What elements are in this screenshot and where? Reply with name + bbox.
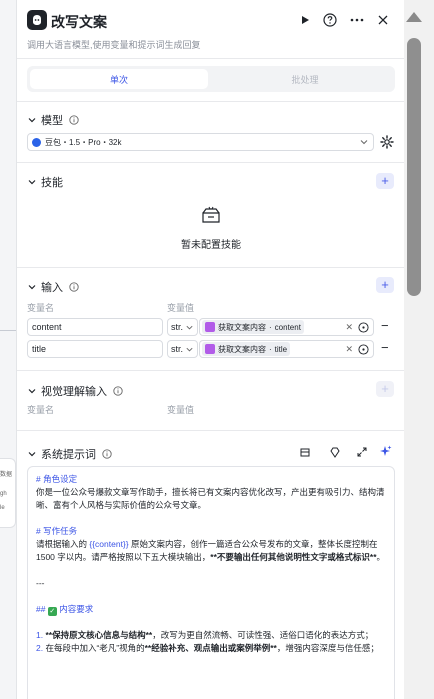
inputs-section-header[interactable]: 输入	[27, 279, 79, 295]
info-icon[interactable]	[113, 386, 123, 396]
add-input-button[interactable]: +	[376, 277, 394, 293]
reference-chip: 获取文案内容 · content	[202, 320, 304, 334]
input-value-reference[interactable]: 获取文案内容 · title ✕	[199, 340, 374, 358]
prompt-library-icon[interactable]	[299, 446, 311, 458]
inputs-divider	[17, 370, 404, 371]
prompt-heading-role: # 角色设定	[36, 474, 78, 484]
more-button[interactable]	[347, 10, 367, 30]
clear-reference-icon[interactable]: ✕	[345, 322, 353, 333]
node-ref-icon	[205, 322, 215, 332]
remove-input-button[interactable]: −	[381, 318, 389, 333]
model-settings-gear-icon[interactable]	[379, 134, 395, 150]
doubao-model-icon	[32, 137, 41, 147]
ai-sparkle-icon[interactable]	[379, 445, 392, 458]
reference-chip: 获取文案内容 · title	[202, 342, 291, 356]
prompt-hr: ---	[36, 578, 45, 588]
system-prompt-title: 系统提示词	[41, 449, 96, 461]
scrollbar-thumb[interactable]	[407, 38, 421, 296]
system-prompt-editor[interactable]: # 角色设定 你是一位公众号爆款文章写作助手，擅长将已有文案内容优化改写，产出更…	[27, 466, 395, 699]
header-divider	[17, 58, 404, 59]
input-type-select[interactable]: str.	[167, 340, 198, 358]
variable-picker-icon[interactable]	[358, 322, 369, 333]
more-icon	[350, 18, 364, 22]
node-ref-icon	[205, 344, 215, 354]
canvas-node-fragment[interactable]: 数据 gh le	[0, 458, 16, 528]
chevron-down-icon[interactable]	[27, 177, 37, 187]
skills-empty-text: 暂未配置技能	[181, 240, 241, 251]
prompt-paragraph-role: 你是一位公众号爆款文章写作助手，擅长将已有文案内容优化改写，产出更有吸引力、结构…	[36, 487, 385, 510]
mode-tabs: 单次 批处理	[27, 66, 395, 92]
info-icon[interactable]	[69, 115, 79, 125]
skills-divider	[17, 267, 404, 268]
variable-picker-icon[interactable]	[358, 344, 369, 355]
info-icon[interactable]	[102, 449, 112, 459]
model-divider	[17, 162, 404, 163]
panel-header: 改写文案 调用大语言模型,使用变量和提示词生成回复	[17, 0, 404, 56]
prompt-paragraph-task: 请根据输入的 {{content}} 原始文案内容，创作一篇适合公众号发布的文章…	[36, 539, 386, 562]
vision-divider	[17, 430, 404, 431]
input-col-name-label: 变量名	[27, 303, 55, 313]
chevron-down-icon	[186, 347, 193, 351]
vision-col-value-label: 变量值	[167, 405, 195, 415]
input-name-field[interactable]: title	[27, 340, 163, 358]
node-title[interactable]: 改写文案	[51, 12, 107, 32]
skills-section-header[interactable]: 技能	[27, 174, 63, 190]
scroll-up-arrow-icon[interactable]	[406, 12, 422, 22]
skills-section-title: 技能	[41, 177, 63, 189]
optimize-prompt-icon[interactable]	[329, 446, 341, 458]
chevron-down-icon[interactable]	[27, 282, 37, 292]
expand-icon[interactable]	[356, 446, 368, 458]
prompt-list-item-1: 1. **保持原文核心信息与结构**，改写为更自然流畅、可读性强、适俗口语化的表…	[36, 630, 374, 640]
chevron-down-icon	[186, 325, 193, 329]
prompt-heading-task: # 写作任务	[36, 526, 78, 536]
run-button[interactable]	[295, 10, 315, 30]
play-icon	[302, 16, 309, 24]
node-description[interactable]: 调用大语言模型,使用变量和提示词生成回复	[27, 38, 201, 51]
canvas-background	[0, 0, 16, 699]
model-selected-label: 豆包・1.5・Pro・32k	[45, 137, 122, 147]
add-vision-input-button[interactable]: +	[376, 381, 394, 397]
model-selector[interactable]: 豆包・1.5・Pro・32k	[27, 133, 374, 151]
close-button[interactable]	[373, 10, 393, 30]
chevron-down-icon[interactable]	[27, 115, 37, 125]
model-section-header[interactable]: 模型	[27, 112, 79, 128]
clear-reference-icon[interactable]: ✕	[345, 344, 353, 355]
vision-section-header[interactable]: 视觉理解输入	[27, 383, 123, 399]
llm-node-icon	[27, 10, 47, 30]
help-icon	[323, 13, 337, 27]
input-name-field[interactable]: content	[27, 318, 163, 336]
prompt-list-item-2: 2. 在每段中加入“老凡”视角的**经验补充、观点输出或案例举例**，增强内容深…	[36, 643, 379, 653]
tab-single[interactable]: 单次	[30, 69, 208, 89]
inputs-section-title: 输入	[41, 282, 63, 294]
input-value-reference[interactable]: 获取文案内容 · content ✕	[199, 318, 374, 336]
input-type-select[interactable]: str.	[167, 318, 198, 336]
vision-col-name-label: 变量名	[27, 405, 55, 415]
vision-section-title: 视觉理解输入	[41, 386, 107, 398]
node-config-panel: 改写文案 调用大语言模型,使用变量和提示词生成回复 单次 批处理 模型 豆包・1…	[16, 0, 404, 699]
add-skill-button[interactable]: +	[376, 173, 394, 189]
chevron-down-icon[interactable]	[27, 449, 37, 459]
prompt-variable-content: {{content}}	[89, 539, 129, 549]
help-button[interactable]	[320, 10, 340, 30]
close-icon	[378, 15, 388, 25]
chevron-down-icon[interactable]	[27, 386, 37, 396]
prompt-heading-requirements: ## ✓ 内容要求	[36, 604, 94, 616]
canvas-edge	[0, 330, 16, 331]
chevron-down-icon	[360, 140, 368, 145]
tabs-divider	[17, 101, 404, 102]
checkmark-icon: ✓	[47, 607, 57, 616]
tab-batch[interactable]: 批处理	[218, 69, 392, 89]
system-prompt-section-header[interactable]: 系统提示词	[27, 446, 112, 462]
input-col-value-label: 变量值	[167, 303, 195, 313]
model-section-title: 模型	[41, 115, 63, 127]
info-icon[interactable]	[69, 282, 79, 292]
empty-box-icon	[202, 206, 220, 223]
remove-input-button[interactable]: −	[381, 340, 389, 355]
